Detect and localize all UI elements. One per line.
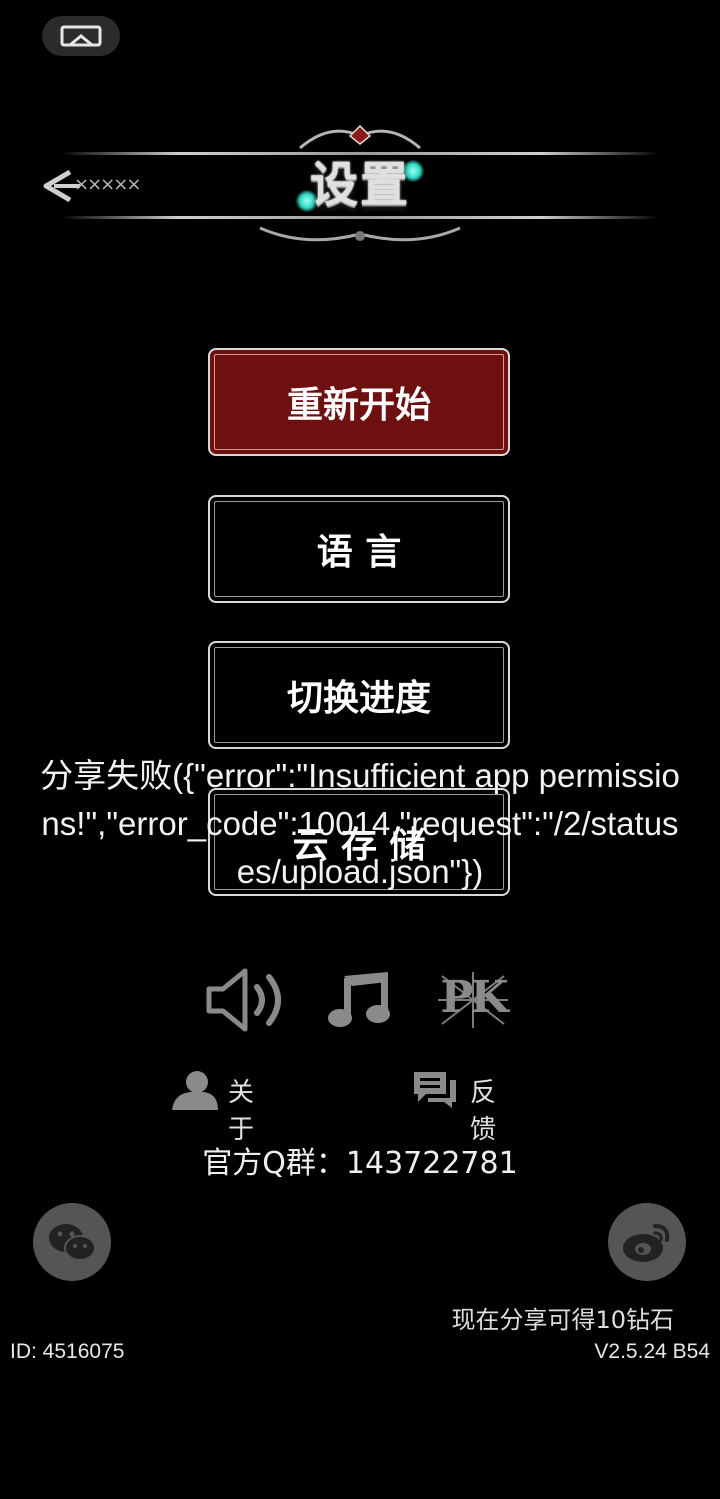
wechat-share-button[interactable]	[33, 1203, 111, 1281]
language-button[interactable]: 语 言	[208, 495, 510, 603]
wechat-icon	[49, 1224, 96, 1261]
sound-toggle[interactable]	[205, 965, 291, 1035]
fullscreen-toggle-button[interactable]	[42, 16, 120, 56]
speaker-icon	[206, 968, 281, 1032]
restart-button[interactable]: 重新开始	[208, 348, 510, 456]
weibo-icon	[623, 1224, 670, 1262]
back-button[interactable]: ×××××	[40, 166, 150, 206]
screen-icon	[60, 25, 102, 47]
page-title: 设置	[309, 157, 410, 213]
chat-bubbles-icon	[414, 1072, 456, 1108]
qq-group-text: 官方Q群：143722781	[202, 1146, 518, 1181]
about-link[interactable]: 关 于	[170, 1068, 300, 1145]
bottom-crest-ornament-icon	[259, 226, 461, 242]
music-note-icon	[328, 972, 390, 1027]
share-reward-tip: 现在分享可得10钻石	[451, 1306, 674, 1334]
weibo-share-button[interactable]	[608, 1203, 686, 1281]
pk-toggle[interactable]: PK	[436, 970, 510, 1030]
crest-ornament-icon	[299, 124, 421, 150]
user-id: ID: 4516075	[10, 1340, 125, 1363]
about-label: 关 于	[228, 1078, 261, 1145]
feedback-link[interactable]: 反 馈	[412, 1068, 542, 1145]
switch-progress-button[interactable]: 切换进度	[208, 641, 510, 749]
user-icon	[172, 1071, 218, 1110]
back-decoration: ×××××	[74, 174, 141, 195]
version-label: V2.5.24 B54	[594, 1340, 710, 1363]
music-toggle[interactable]	[328, 968, 392, 1030]
pk-label: PK	[440, 972, 508, 1023]
feedback-label: 反 馈	[470, 1078, 503, 1145]
error-toast: 分享失败({"error":"Insufficient app permissi…	[40, 757, 680, 890]
